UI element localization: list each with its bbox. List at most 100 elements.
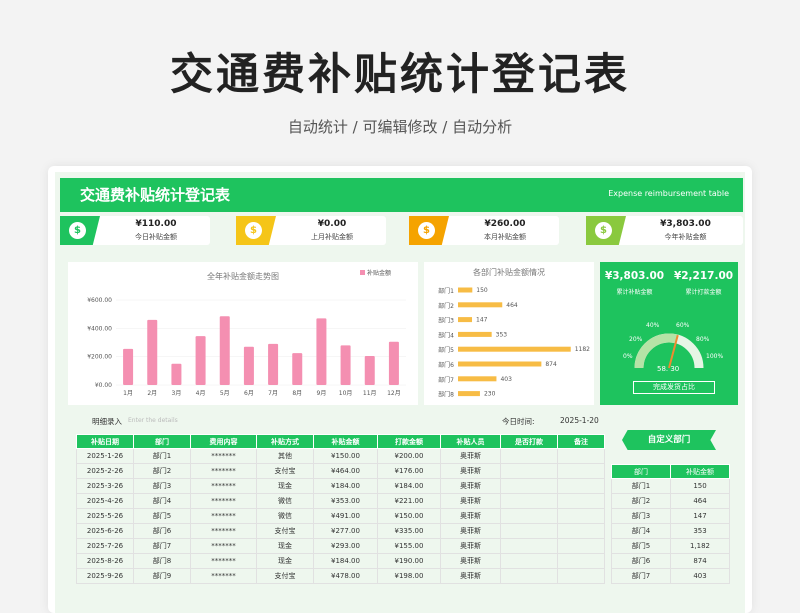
table-cell[interactable] <box>500 448 558 464</box>
table-cell[interactable]: ¥198.00 <box>377 568 441 584</box>
table-cell[interactable]: 支付宝 <box>256 523 314 539</box>
table-cell[interactable]: 支付宝 <box>256 568 314 584</box>
side-cell[interactable]: 353 <box>670 523 730 539</box>
table-cell[interactable] <box>500 463 558 479</box>
table-cell[interactable]: ******* <box>190 568 257 584</box>
table-cell[interactable]: 2025-6-26 <box>76 523 134 539</box>
table-cell[interactable]: ¥353.00 <box>313 493 378 509</box>
side-cell[interactable]: 部门5 <box>611 538 671 554</box>
table-cell[interactable]: ¥221.00 <box>377 493 441 509</box>
table-cell[interactable] <box>500 553 558 569</box>
table-cell[interactable]: 奥菲斯 <box>440 553 501 569</box>
table-cell[interactable]: 2025-1-26 <box>76 448 134 464</box>
table-cell[interactable]: ¥150.00 <box>377 508 441 524</box>
table-cell[interactable]: 微信 <box>256 508 314 524</box>
table-cell[interactable] <box>557 478 605 494</box>
table-cell[interactable]: ¥335.00 <box>377 523 441 539</box>
table-cell[interactable] <box>500 538 558 554</box>
table-cell[interactable]: 微信 <box>256 493 314 509</box>
side-cell[interactable]: 部门7 <box>611 568 671 584</box>
table-cell[interactable] <box>557 448 605 464</box>
table-cell[interactable]: ¥176.00 <box>377 463 441 479</box>
side-cell[interactable]: 部门2 <box>611 493 671 509</box>
side-cell[interactable]: 部门3 <box>611 508 671 524</box>
table-cell[interactable] <box>557 568 605 584</box>
table-cell[interactable]: ******* <box>190 508 257 524</box>
table-cell[interactable]: 奥菲斯 <box>440 523 501 539</box>
monthly-bar-chart: ¥0.00 ¥200.00 ¥400.00 ¥600.00 1月 2月 3月 4月 5月 6月 7月… <box>87 297 406 397</box>
table-cell[interactable]: 现金 <box>256 553 314 569</box>
table-cell[interactable]: 部门8 <box>133 553 191 569</box>
table-cell[interactable]: 部门6 <box>133 523 191 539</box>
table-cell[interactable] <box>500 523 558 539</box>
table-cell[interactable]: 奥菲斯 <box>440 538 501 554</box>
side-cell[interactable]: 150 <box>670 478 730 494</box>
table-cell[interactable]: ¥184.00 <box>377 478 441 494</box>
table-cell[interactable] <box>557 493 605 509</box>
y-tick-label: ¥0.00 <box>95 382 112 389</box>
table-cell[interactable] <box>500 478 558 494</box>
side-cell[interactable]: 403 <box>670 568 730 584</box>
side-cell[interactable]: 1,182 <box>670 538 730 554</box>
side-cell[interactable]: 部门6 <box>611 553 671 569</box>
table-cell[interactable]: 2025-4-26 <box>76 493 134 509</box>
table-cell[interactable]: 奥菲斯 <box>440 568 501 584</box>
table-cell[interactable]: ¥200.00 <box>377 448 441 464</box>
table-cell[interactable]: 现金 <box>256 478 314 494</box>
table-cell[interactable]: 其他 <box>256 448 314 464</box>
table-cell[interactable]: 2025-7-26 <box>76 538 134 554</box>
table-cell[interactable]: 部门4 <box>133 493 191 509</box>
table-cell[interactable]: 现金 <box>256 538 314 554</box>
table-cell[interactable]: ¥491.00 <box>313 508 378 524</box>
table-cell[interactable]: ¥184.00 <box>313 553 378 569</box>
table-cell[interactable]: 奥菲斯 <box>440 448 501 464</box>
table-cell[interactable]: 奥菲斯 <box>440 478 501 494</box>
side-cell[interactable]: 147 <box>670 508 730 524</box>
table-cell[interactable] <box>557 538 605 554</box>
table-cell[interactable]: 部门3 <box>133 478 191 494</box>
side-cell[interactable]: 部门4 <box>611 523 671 539</box>
side-cell[interactable]: 部门1 <box>611 478 671 494</box>
side-cell[interactable]: 464 <box>670 493 730 509</box>
table-cell[interactable]: ¥277.00 <box>313 523 378 539</box>
table-cell[interactable]: 2025-3-26 <box>76 478 134 494</box>
table-cell[interactable]: ******* <box>190 463 257 479</box>
table-cell[interactable]: ¥190.00 <box>377 553 441 569</box>
table-cell[interactable] <box>500 568 558 584</box>
table-cell[interactable]: 部门7 <box>133 538 191 554</box>
table-cell[interactable]: ******* <box>190 448 257 464</box>
table-cell[interactable]: ¥478.00 <box>313 568 378 584</box>
table-cell[interactable]: 部门1 <box>133 448 191 464</box>
table-cell[interactable]: 奥菲斯 <box>440 508 501 524</box>
table-cell[interactable] <box>557 463 605 479</box>
table-cell[interactable] <box>557 553 605 569</box>
table-row: 2025-5-26 部门5 ******* 微信 ¥491.00 ¥150.00 奥菲斯 <box>76 508 605 524</box>
table-cell[interactable]: ******* <box>190 538 257 554</box>
table-cell[interactable]: 2025-8-26 <box>76 553 134 569</box>
table-cell[interactable]: ¥464.00 <box>313 463 378 479</box>
side-cell[interactable]: 874 <box>670 553 730 569</box>
table-cell[interactable]: 部门5 <box>133 508 191 524</box>
table-cell[interactable]: 部门9 <box>133 568 191 584</box>
table-cell[interactable]: 部门2 <box>133 463 191 479</box>
table-cell[interactable]: ¥293.00 <box>313 538 378 554</box>
table-cell[interactable]: ******* <box>190 523 257 539</box>
table-cell[interactable] <box>557 508 605 524</box>
table-cell[interactable]: ******* <box>190 553 257 569</box>
table-cell[interactable]: 奥菲斯 <box>440 493 501 509</box>
table-cell[interactable] <box>500 493 558 509</box>
table-cell[interactable]: ******* <box>190 478 257 494</box>
table-cell[interactable]: ¥155.00 <box>377 538 441 554</box>
table-cell[interactable]: ¥184.00 <box>313 478 378 494</box>
table-cell[interactable]: 奥菲斯 <box>440 463 501 479</box>
table-cell[interactable]: 2025-9-26 <box>76 568 134 584</box>
table-cell[interactable]: 2025-2-26 <box>76 463 134 479</box>
detail-entry-input[interactable]: Enter the details <box>128 417 178 424</box>
table-cell[interactable]: ¥150.00 <box>313 448 378 464</box>
table-cell[interactable]: 支付宝 <box>256 463 314 479</box>
table-cell[interactable]: 2025-5-26 <box>76 508 134 524</box>
table-cell[interactable] <box>500 508 558 524</box>
table-cell[interactable] <box>557 523 605 539</box>
completion-ratio-button[interactable]: 完成发货占比 <box>633 381 715 394</box>
table-cell[interactable]: ******* <box>190 493 257 509</box>
